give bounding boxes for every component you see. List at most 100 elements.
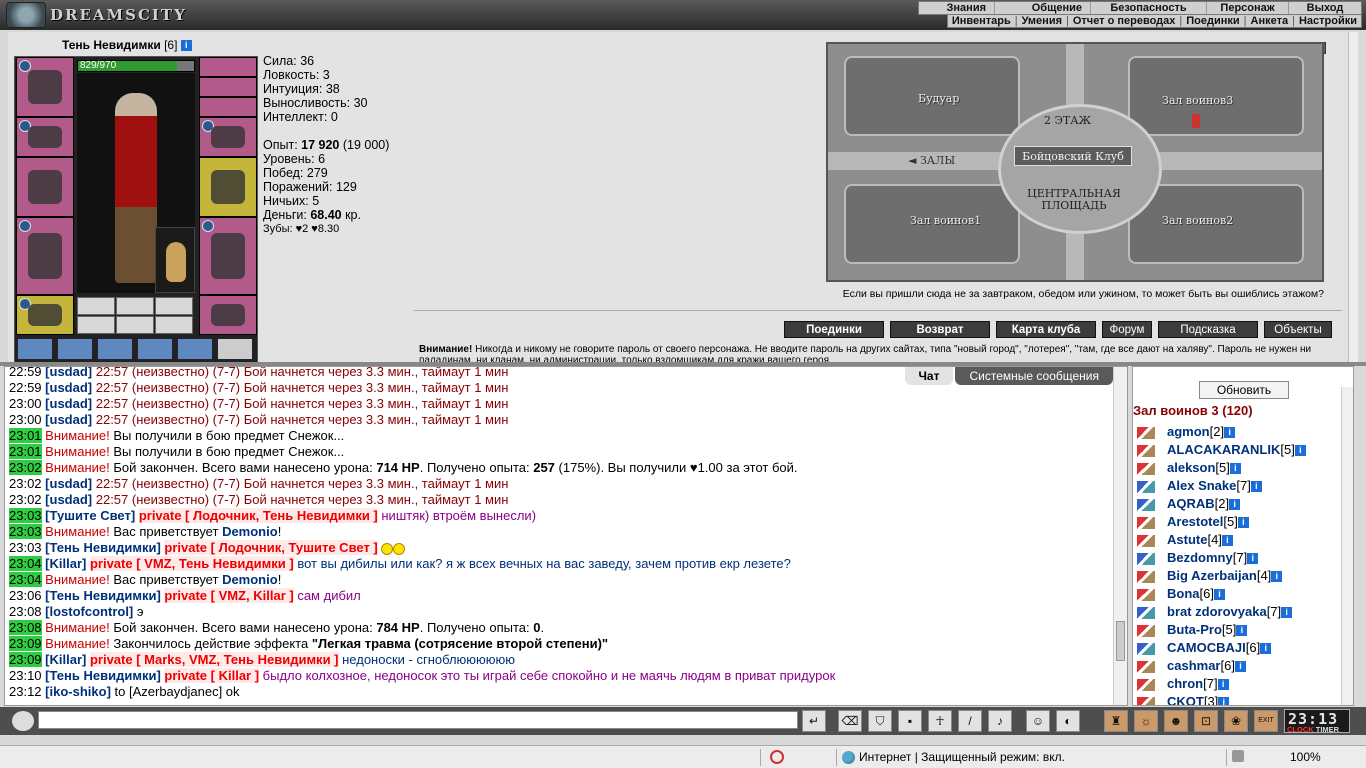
private-recipients[interactable]: private [ Killar ] bbox=[164, 668, 260, 683]
info-icon[interactable]: i bbox=[1229, 463, 1241, 475]
user-name[interactable]: CAMOCBAJI bbox=[1167, 640, 1246, 655]
pet-owl[interactable] bbox=[155, 227, 195, 293]
user-nick[interactable]: [lostofcontrol] bbox=[45, 604, 133, 619]
submenu-settings[interactable]: Настройки bbox=[1295, 15, 1361, 27]
armor-slot[interactable] bbox=[16, 217, 74, 295]
room-label-warriors3[interactable]: Зал воинов3 bbox=[1162, 94, 1233, 107]
message-time[interactable]: 23:03 bbox=[9, 540, 42, 555]
user-name[interactable]: Astute bbox=[1167, 532, 1207, 547]
user-name[interactable]: Buta-Pro bbox=[1167, 622, 1222, 637]
clock-label[interactable]: CLOCK bbox=[1287, 725, 1314, 734]
private-message-icon[interactable] bbox=[1137, 480, 1155, 493]
users-scrollbar[interactable] bbox=[1341, 387, 1353, 705]
shield-slot[interactable] bbox=[199, 157, 257, 217]
submenu-transfers[interactable]: Отчет о переводах bbox=[1069, 15, 1180, 27]
chat-scrollbar[interactable] bbox=[1113, 367, 1127, 705]
user-nick[interactable]: [Тень Невидимки] bbox=[45, 668, 161, 683]
clock-widget[interactable]: 23:13 CLOCK TIMER bbox=[1284, 709, 1350, 734]
message-time[interactable]: 22:59 bbox=[9, 367, 42, 379]
message-time[interactable]: 23:00 bbox=[9, 396, 42, 411]
user-nick[interactable]: [Тушите Свет] bbox=[45, 508, 135, 523]
fighter-icon[interactable]: ☥ bbox=[928, 710, 952, 732]
user-name[interactable]: Big Azerbaijan bbox=[1167, 568, 1257, 583]
bag-icon[interactable]: ♜ bbox=[1104, 710, 1128, 732]
user-nick[interactable]: [Killar] bbox=[45, 556, 86, 571]
info-icon[interactable]: i bbox=[1260, 643, 1272, 655]
exit-icon[interactable]: EXIT bbox=[1254, 710, 1278, 732]
user-nick[interactable]: [usdad] bbox=[45, 492, 92, 507]
message-time[interactable]: 23:01 bbox=[9, 444, 42, 459]
info-icon[interactable]: i bbox=[1224, 427, 1236, 439]
smiley-icon[interactable]: ☺ bbox=[1026, 710, 1050, 732]
menu-exit[interactable]: Выход bbox=[1289, 2, 1361, 14]
message-time[interactable]: 23:02 bbox=[9, 492, 42, 507]
menu-knowledge[interactable]: Знания bbox=[919, 2, 995, 14]
private-message-icon[interactable] bbox=[1137, 606, 1155, 619]
user-name[interactable]: Bezdomny bbox=[1167, 550, 1233, 565]
club-label[interactable]: Бойцовский Клуб bbox=[1014, 146, 1132, 166]
user-name[interactable]: Bona bbox=[1167, 586, 1200, 601]
private-message-icon[interactable] bbox=[1137, 678, 1155, 691]
bracers-slot[interactable] bbox=[16, 117, 74, 157]
filter-icon[interactable]: ⛉ bbox=[868, 710, 892, 732]
private-recipients[interactable]: private [ Marks, VMZ, Тень Невидимки ] bbox=[89, 652, 339, 667]
info-icon[interactable]: i bbox=[1213, 589, 1225, 601]
private-message-icon[interactable] bbox=[1137, 516, 1155, 529]
info-icon[interactable]: i bbox=[1271, 571, 1283, 583]
user-nick[interactable]: [Killar] bbox=[45, 652, 86, 667]
private-recipients[interactable]: private [ VMZ, Тень Невидимки ] bbox=[89, 556, 294, 571]
zoom-icon[interactable] bbox=[1232, 750, 1244, 762]
scroll-slot-empty[interactable] bbox=[217, 338, 253, 360]
eraser-icon[interactable]: ⌫ bbox=[838, 710, 862, 732]
message-time[interactable]: 23:02 bbox=[9, 476, 42, 491]
message-time[interactable]: 23:06 bbox=[9, 588, 42, 603]
submenu-inventory[interactable]: Инвентарь bbox=[948, 15, 1015, 27]
info-icon[interactable]: i bbox=[1218, 697, 1230, 705]
pants-slot[interactable] bbox=[199, 217, 257, 295]
tab-system-messages[interactable]: Системные сообщения bbox=[955, 367, 1113, 385]
speech-icon[interactable] bbox=[12, 711, 34, 731]
scroll-slot[interactable] bbox=[177, 338, 213, 360]
user-name[interactable]: Alex Snake bbox=[1167, 478, 1236, 493]
send-icon[interactable]: ↵ bbox=[802, 710, 826, 732]
timer-label[interactable]: TIMER bbox=[1316, 725, 1339, 734]
info-icon[interactable]: i bbox=[1237, 517, 1249, 529]
boots-slot[interactable] bbox=[199, 295, 257, 335]
character-avatar[interactable] bbox=[77, 73, 195, 293]
scroll-slot[interactable] bbox=[57, 338, 93, 360]
back-button[interactable]: Возврат bbox=[890, 321, 990, 338]
menu-communication[interactable]: Общение bbox=[995, 2, 1091, 14]
message-time[interactable]: 23:01 bbox=[9, 428, 42, 443]
duels-button[interactable]: Поединки bbox=[784, 321, 884, 338]
paw-icon[interactable]: ❀ bbox=[1224, 710, 1248, 732]
user-nick[interactable]: [usdad] bbox=[45, 380, 92, 395]
user-nick[interactable]: [usdad] bbox=[45, 396, 92, 411]
user-name[interactable]: CKOT bbox=[1167, 694, 1204, 705]
info-icon[interactable]: i bbox=[180, 40, 192, 52]
empty-slot[interactable] bbox=[116, 316, 154, 334]
message-time[interactable]: 23:12 bbox=[9, 684, 42, 699]
info-icon[interactable]: i bbox=[1229, 499, 1241, 511]
private-message-icon[interactable] bbox=[1137, 426, 1155, 439]
panel-scrollbar[interactable] bbox=[1348, 32, 1358, 362]
message-time[interactable]: 23:09 bbox=[9, 636, 42, 651]
private-message-icon[interactable] bbox=[1137, 498, 1155, 511]
message-time[interactable]: 23:10 bbox=[9, 668, 42, 683]
user-nick[interactable]: Demonio bbox=[222, 524, 278, 539]
scroll-slot[interactable] bbox=[137, 338, 173, 360]
private-message-icon[interactable] bbox=[1137, 696, 1155, 705]
user-name[interactable]: agmon bbox=[1167, 424, 1210, 439]
empty-slot[interactable] bbox=[155, 316, 193, 334]
translit-icon[interactable]: / bbox=[958, 710, 982, 732]
private-message-icon[interactable] bbox=[1137, 552, 1155, 565]
scroll-slot[interactable] bbox=[17, 338, 53, 360]
user-nick[interactable]: [Тень Невидимки] bbox=[45, 540, 161, 555]
user-nick[interactable]: [usdad] bbox=[45, 476, 92, 491]
message-time[interactable]: 23:04 bbox=[9, 556, 42, 571]
private-message-icon[interactable] bbox=[1137, 534, 1155, 547]
message-time[interactable]: 23:09 bbox=[9, 652, 42, 667]
user-nick[interactable]: Demonio bbox=[222, 572, 278, 587]
info-icon[interactable]: i bbox=[1217, 679, 1229, 691]
submenu-duels[interactable]: Поединки bbox=[1182, 15, 1243, 27]
private-message-icon[interactable] bbox=[1137, 570, 1155, 583]
